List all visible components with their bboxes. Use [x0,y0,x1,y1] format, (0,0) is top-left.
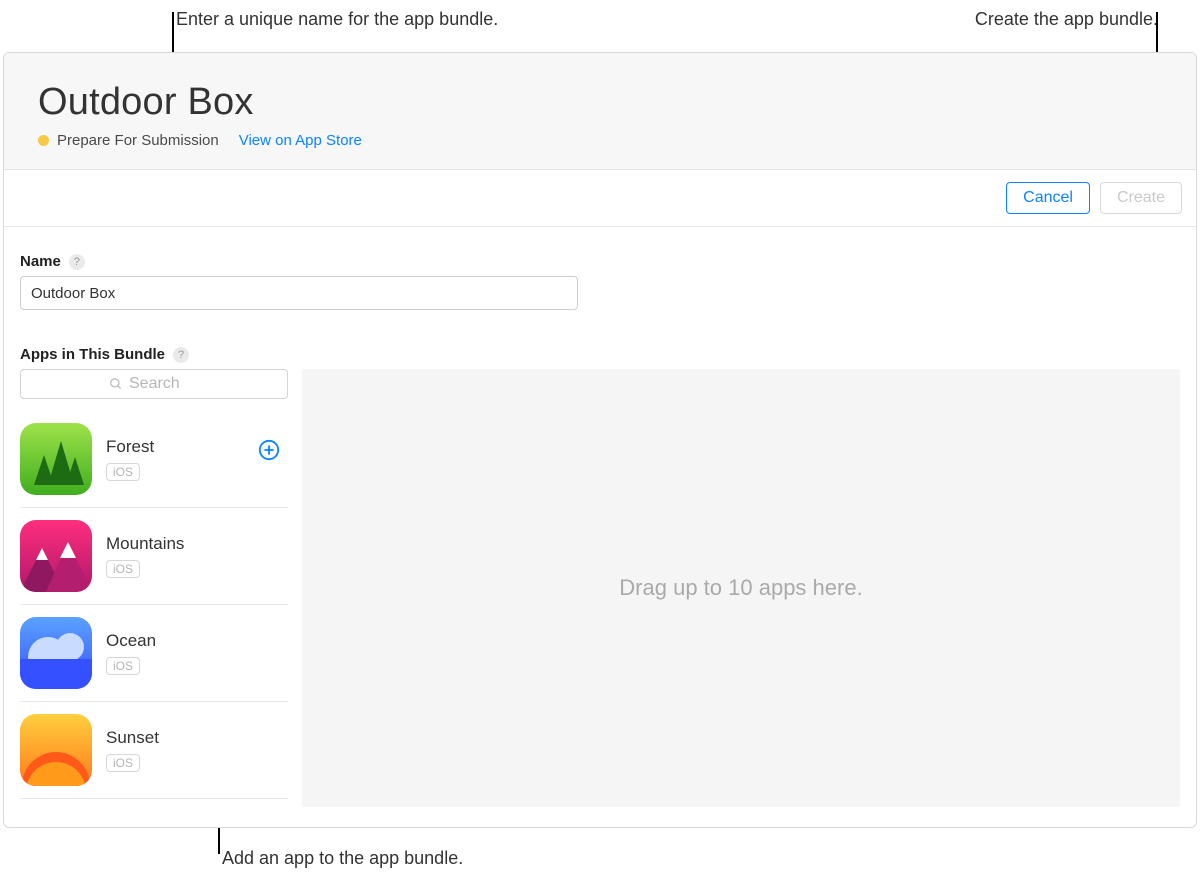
apps-section: Apps in This Bundle ? [20,346,1180,807]
app-row-sunset[interactable]: Sunset iOS [20,702,288,799]
app-meta: Mountains iOS [106,534,184,578]
apps-label-row: Apps in This Bundle ? [20,346,1180,363]
bundle-drop-zone[interactable]: Drag up to 10 apps here. [302,369,1180,807]
app-row-ocean[interactable]: Ocean iOS [20,605,288,702]
app-icon-sunset [20,714,92,786]
panel-header: Outdoor Box Prepare For Submission View … [4,53,1196,170]
callout-create: Create the app bundle. [975,9,1158,30]
app-row-mountains[interactable]: Mountains iOS [20,508,288,605]
app-meta: Sunset iOS [106,728,159,772]
app-list-column: Forest iOS [20,369,288,799]
name-label-row: Name ? [20,253,1180,270]
app-icon-forest [20,423,92,495]
app-row-forest[interactable]: Forest iOS [20,411,288,508]
name-label: Name [20,253,61,270]
help-icon[interactable]: ? [69,254,85,270]
app-name: Sunset [106,728,159,748]
action-bar: Cancel Create [4,170,1196,227]
cancel-button[interactable]: Cancel [1006,182,1090,214]
bundle-panel: Outdoor Box Prepare For Submission View … [3,52,1197,828]
app-list: Forest iOS [20,411,288,799]
callout-add: Add an app to the app bundle. [222,848,463,869]
search-icon [109,377,123,391]
page-title: Outdoor Box [38,81,1162,124]
app-icon-mountains [20,520,92,592]
create-button[interactable]: Create [1100,182,1182,214]
apps-label: Apps in This Bundle [20,346,165,363]
status-text: Prepare For Submission [57,132,219,149]
platform-badge: iOS [106,754,140,772]
status-dot-icon [38,135,49,146]
status-row: Prepare For Submission View on App Store [38,132,1162,149]
bundle-row: Forest iOS [20,369,1180,807]
view-on-app-store-link[interactable]: View on App Store [239,132,362,149]
callout-name: Enter a unique name for the app bundle. [176,9,498,30]
app-meta: Forest iOS [106,437,154,481]
app-icon-ocean [20,617,92,689]
add-app-button[interactable] [258,439,280,461]
form-body: Name ? Apps in This Bundle ? [4,227,1196,823]
drop-zone-hint: Drag up to 10 apps here. [619,575,862,601]
app-name: Mountains [106,534,184,554]
platform-badge: iOS [106,560,140,578]
app-name: Forest [106,437,154,457]
help-icon[interactable]: ? [173,347,189,363]
app-search-input[interactable] [129,375,199,393]
platform-badge: iOS [106,657,140,675]
bundle-name-input[interactable] [20,276,578,310]
app-search[interactable] [20,369,288,399]
platform-badge: iOS [106,463,140,481]
app-name: Ocean [106,631,156,651]
app-meta: Ocean iOS [106,631,156,675]
